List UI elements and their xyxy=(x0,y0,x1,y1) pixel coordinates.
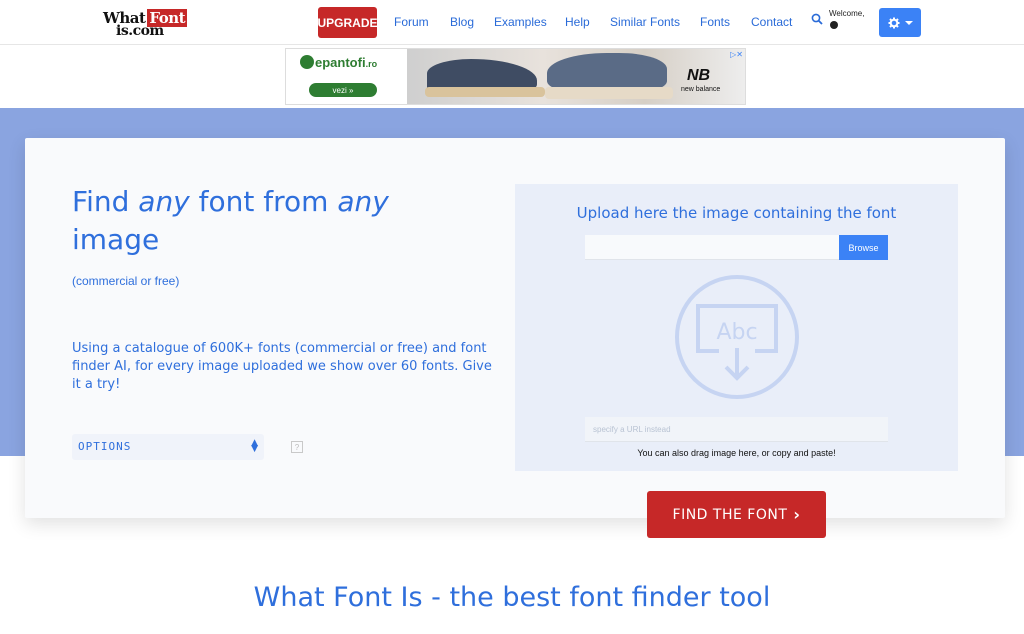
options-select[interactable]: OPTIONS ▲ ▼ xyxy=(72,434,264,460)
navbar: What Font is.com UPGRADE Forum Blog Examp… xyxy=(0,0,1024,45)
logo-domain: is.com xyxy=(116,23,164,39)
nav-link-similar-fonts[interactable]: Similar Fonts xyxy=(610,15,680,29)
find-the-font-button[interactable]: FIND THE FONT › xyxy=(647,491,826,538)
upload-panel[interactable]: Upload here the image containing the fon… xyxy=(515,184,958,471)
nav-link-fonts[interactable]: Fonts xyxy=(700,15,730,29)
options-label: OPTIONS xyxy=(78,440,132,453)
ad-advertiser-logo: NB xyxy=(687,67,711,84)
chevron-down-icon xyxy=(904,20,913,25)
ad-cta-button[interactable]: vezi » xyxy=(309,83,377,97)
file-input[interactable] xyxy=(585,235,839,260)
ad-advertiser-text: new balance xyxy=(681,86,721,93)
browse-button[interactable]: Browse xyxy=(839,235,888,260)
description: Using a catalogue of 600K+ fonts (commer… xyxy=(72,341,492,392)
ad-banner[interactable]: epantofi.ro vezi » NB new balance ▷✕ xyxy=(285,48,746,105)
settings-dropdown-button[interactable] xyxy=(879,8,921,37)
nav-link-help[interactable]: Help xyxy=(565,15,590,29)
drag-hint: You can also drag image here, or copy an… xyxy=(637,448,836,458)
search-icon[interactable] xyxy=(811,13,823,25)
leaf-icon xyxy=(300,55,314,69)
upload-title: Upload here the image containing the fon… xyxy=(576,204,897,222)
upload-image-icon[interactable]: Abc xyxy=(674,274,800,400)
svg-text:Abc: Abc xyxy=(716,320,757,345)
upgrade-button[interactable]: UPGRADE xyxy=(318,7,378,38)
chevron-right-icon: › xyxy=(793,505,801,524)
help-icon[interactable]: ? xyxy=(291,441,303,453)
welcome-text: Welcome, xyxy=(829,9,865,18)
page-title: Find any font from any image xyxy=(72,185,389,256)
nav-link-forum[interactable]: Forum xyxy=(394,15,429,29)
nav-link-blog[interactable]: Blog xyxy=(450,15,474,29)
subtitle: (commercial or free) xyxy=(72,274,180,288)
url-input[interactable]: specify a URL instead xyxy=(585,417,888,442)
user-icon[interactable] xyxy=(830,21,838,29)
ad-image: NB new balance xyxy=(407,49,745,104)
nav-link-contact[interactable]: Contact xyxy=(751,15,792,29)
ad-close-icon[interactable]: ▷✕ xyxy=(730,50,743,59)
site-logo[interactable]: What Font is.com xyxy=(103,9,188,39)
ad-brand: epantofi.ro xyxy=(300,55,377,70)
find-button-label: FIND THE FONT xyxy=(672,506,788,523)
sort-arrows-icon: ▲ ▼ xyxy=(251,438,258,454)
gear-icon xyxy=(888,17,899,28)
section-title: What Font Is - the best font finder tool xyxy=(253,582,771,613)
nav-link-examples[interactable]: Examples xyxy=(494,15,547,29)
